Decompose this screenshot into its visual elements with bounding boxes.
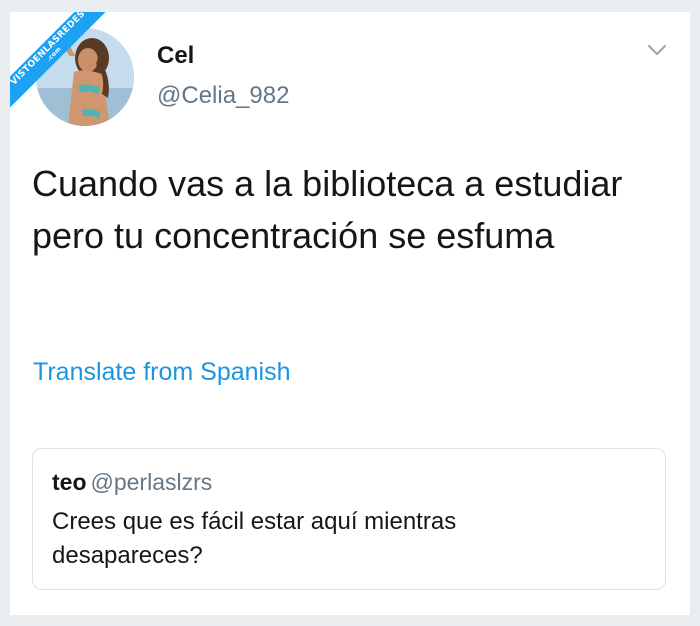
quoted-tweet-header: teo @perlaslzrs (52, 469, 212, 496)
author-handle[interactable]: @Celia_982 (157, 82, 289, 110)
tweet-text: Cuando vas a la biblioteca a estudiar pe… (32, 163, 623, 256)
chevron-down-icon[interactable] (644, 40, 670, 60)
author-name[interactable]: Cel (157, 42, 194, 70)
tweet-card: VISTOENLASREDES .com Cel @Celia_982 Cuan… (10, 12, 690, 615)
quoted-tweet-text: Crees que es fácil estar aquí mientras d… (52, 508, 457, 569)
quoted-author-name: teo (52, 469, 87, 495)
quoted-tweet[interactable]: teo @perlaslzrs Crees que es fácil estar … (32, 448, 666, 590)
translate-link[interactable]: Translate from Spanish (33, 358, 291, 387)
quoted-author-handle: @perlaslzrs (90, 469, 213, 495)
